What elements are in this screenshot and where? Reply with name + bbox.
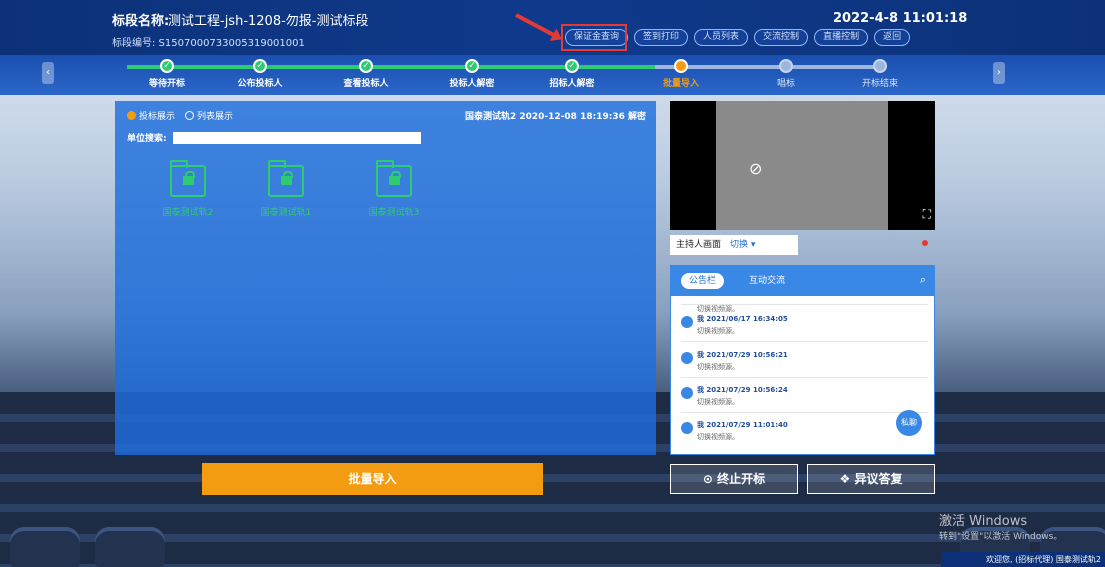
host-view-label: 主持人画面	[676, 240, 722, 250]
current-datetime: 2022-4-8 11:01:18	[833, 11, 968, 26]
background-chair	[95, 527, 165, 567]
avatar-icon	[681, 316, 693, 328]
staff-list-button[interactable]: 人员列表	[694, 29, 749, 46]
host-view-select[interactable]: 主持人画面 切换 ▾	[670, 235, 798, 255]
unlocked-folder-icon	[376, 160, 412, 197]
message-list: 切换视频源。 我 2021/06/17 16:34:05 切换视频源。 我 202…	[671, 296, 934, 454]
step-bidder-decrypt: ✓ 投标人解密	[449, 59, 495, 89]
avatar-icon	[681, 352, 693, 364]
tab-notice[interactable]: 公告栏	[681, 273, 725, 289]
annotation-arrow-icon	[515, 13, 560, 40]
unit-search: 单位搜索:	[127, 131, 421, 144]
chevron-left-icon[interactable]: ‹	[42, 62, 54, 84]
bidder-folder[interactable]: 国泰测试轨2	[143, 160, 233, 218]
step-publish-bidders: ✓ 公布投标人	[237, 59, 283, 89]
sign-print-button[interactable]: 签到打印	[634, 29, 689, 46]
welcome-status: 欢迎您, (招标代理) 国泰测试轨2	[941, 552, 1105, 567]
private-chat-button[interactable]: 私聊	[896, 410, 922, 436]
step-batch-import: 批量导入	[641, 59, 721, 89]
unlocked-folder-icon	[268, 160, 304, 197]
pending-step-icon	[873, 59, 887, 73]
back-button[interactable]: 返回	[874, 29, 911, 46]
step-open-end: 开标结束	[840, 59, 920, 89]
chat-icon: ❖	[839, 472, 851, 486]
stop-opening-button[interactable]: ⊙ 终止开标	[670, 464, 798, 494]
check-icon: ✓	[160, 59, 174, 73]
step-view-bidders: ✓ 查看投标人	[343, 59, 389, 89]
decrypt-info: 国泰测试轨2 2020-12-08 18:19:36 解密	[464, 112, 646, 122]
avatar-icon	[681, 422, 693, 434]
tab-chat[interactable]: 互动交流	[741, 273, 793, 289]
check-icon: ✓	[465, 59, 479, 73]
chat-control-button[interactable]: 交流控制	[754, 29, 809, 46]
section-name-value: 测试工程-jsh-1208-勿报-测试标段	[168, 14, 369, 29]
check-icon: ✓	[359, 59, 373, 73]
windows-watermark: 激活 Windows 转到"设置"以激活 Windows。	[939, 514, 1063, 542]
objection-reply-button[interactable]: ❖ 异议答复	[807, 464, 935, 494]
step-tenderer-decrypt: ✓ 招标人解密	[549, 59, 595, 89]
check-icon: ✓	[253, 59, 267, 73]
video-player[interactable]: ⊘ ⛶	[670, 101, 935, 230]
background-chair	[10, 527, 80, 567]
step-wait-open: ✓ 等待开标	[148, 59, 185, 89]
bidder-folder[interactable]: 国泰测试轨3	[349, 160, 439, 218]
batch-import-button[interactable]: 批量导入	[202, 463, 543, 495]
radio-bid-display[interactable]: 投标展示	[127, 109, 175, 122]
pin-icon	[922, 240, 928, 246]
bidder-folder[interactable]: 国泰测试轨1	[241, 160, 331, 218]
unit-search-input[interactable]	[172, 131, 421, 144]
chevron-down-icon: ▾	[750, 240, 756, 250]
section-code: 标段编号: S1507000733005319001001	[112, 38, 305, 49]
progress-steps: ✓ 等待开标 ✓ 公布投标人 ✓ 查看投标人 ✓ 投标人解密 ✓ 招标人解密 批量导入 唱…	[0, 55, 1105, 95]
radio-list-display[interactable]: 列表展示	[185, 109, 233, 122]
search-icon[interactable]: ⌕	[920, 273, 926, 287]
header-bar: 标段名称: 测试工程-jsh-1208-勿报-测试标段 标段编号: S15070…	[0, 0, 1105, 55]
highlight-box	[561, 24, 627, 51]
live-control-button[interactable]: 直播控制	[814, 29, 869, 46]
bid-panel: 投标展示 列表展示 国泰测试轨2 2020-12-08 18:19:36 解密 …	[115, 101, 656, 455]
check-icon: ✓	[565, 59, 579, 73]
stop-icon: ⊙	[702, 472, 713, 486]
fullscreen-icon[interactable]: ⛶	[923, 207, 931, 222]
pending-step-icon	[779, 59, 793, 73]
avatar-icon	[681, 387, 693, 399]
notice-panel: 公告栏 互动交流 ⌕ 切换视频源。 我 2021/06/17 16:34:05 切…	[670, 265, 935, 455]
step-sing-bid: 唱标	[746, 59, 826, 89]
radio-checked-icon	[127, 111, 136, 120]
view-mode-radios: 投标展示 列表展示	[127, 109, 233, 122]
switch-dropdown[interactable]: 切换 ▾	[730, 235, 755, 255]
current-step-icon	[674, 59, 688, 73]
section-name-label: 标段名称:	[112, 14, 170, 29]
radio-unchecked-icon	[185, 111, 195, 120]
unlocked-folder-icon	[170, 160, 206, 197]
camera-off-icon: ⊘	[749, 159, 763, 178]
notice-tabs: 公告栏 互动交流 ⌕	[671, 266, 934, 296]
chevron-right-icon[interactable]: ›	[993, 62, 1005, 84]
unit-search-label: 单位搜索:	[127, 134, 167, 144]
